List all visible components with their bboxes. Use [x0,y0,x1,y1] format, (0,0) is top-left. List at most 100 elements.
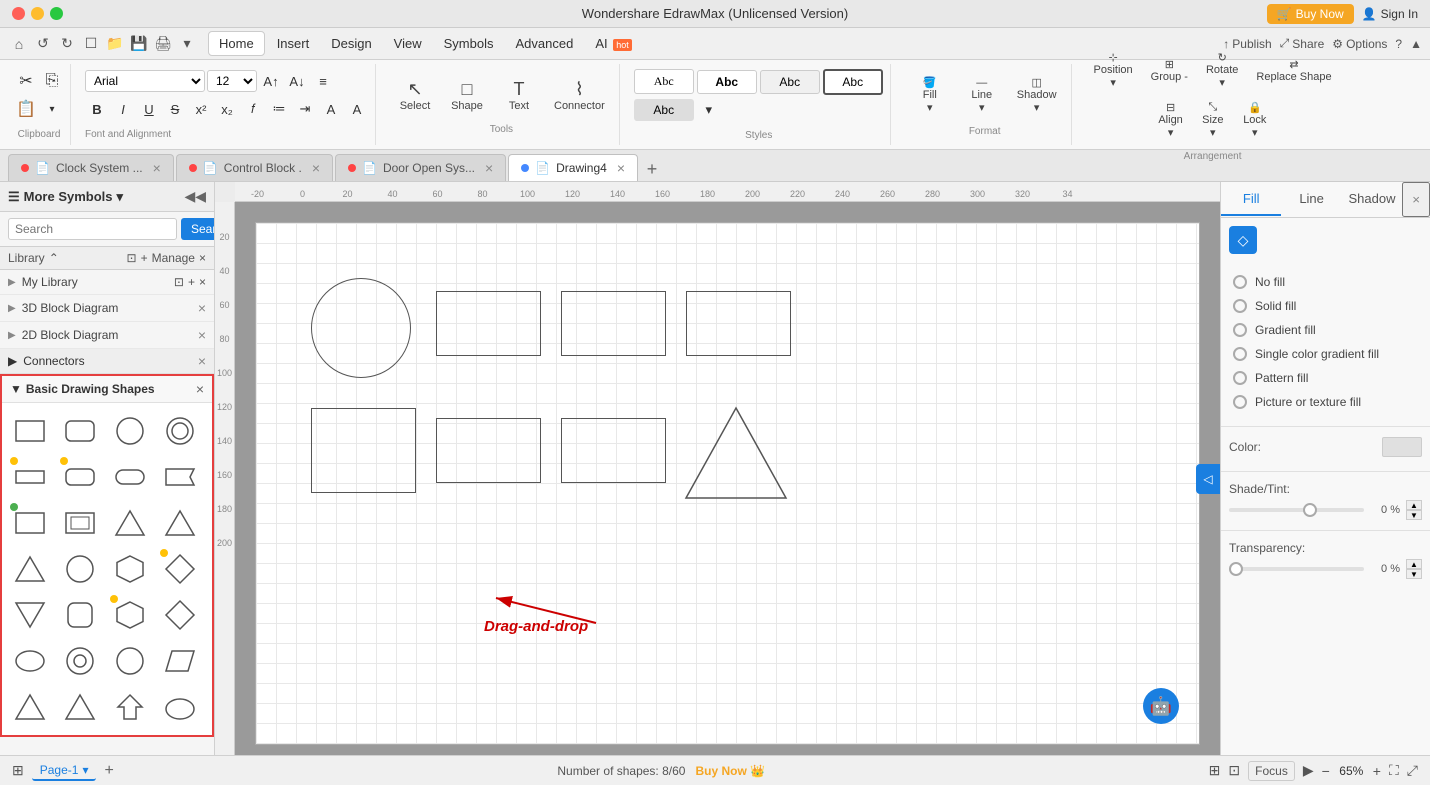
align-button[interactable]: ⊟ Align ▾ [1150,97,1190,143]
more-icon[interactable]: ▾ [176,33,198,55]
close-button[interactable] [12,7,25,20]
fill-button[interactable]: 🪣 Fill ▾ [905,72,955,118]
transparency-slider-thumb[interactable] [1229,562,1243,576]
page-tab[interactable]: Page-1 ▾ [32,761,97,781]
home-icon[interactable]: ⌂ [8,33,30,55]
play-button[interactable]: ▶ [1303,762,1314,779]
shape-rect2[interactable] [8,501,52,545]
close-3d-block[interactable]: × [198,300,206,316]
subscript-button[interactable]: x₂ [215,97,239,121]
right-panel-close-button[interactable]: × [1402,182,1430,217]
menu-symbols[interactable]: Symbols [434,32,504,55]
shade-up-button[interactable]: ▲ [1406,500,1422,510]
panel-collapse-button[interactable]: ◀◀ [184,188,206,205]
shade-slider[interactable] [1229,508,1364,512]
shape-rounded-sq[interactable] [58,593,102,637]
shape-rect-frame[interactable] [58,501,102,545]
menu-advanced[interactable]: Advanced [505,32,583,55]
canvas-shape-triangle[interactable] [681,403,791,503]
shape-stadium[interactable] [108,455,152,499]
shape-circle3[interactable] [108,639,152,683]
no-fill-option[interactable]: No fill [1229,270,1422,294]
font-decrease-button[interactable]: A↓ [285,69,309,93]
formula-button[interactable]: 𝑓 [241,97,265,121]
menu-home[interactable]: Home [208,31,265,56]
strikethrough-button[interactable]: S [163,97,187,121]
category-2d-block[interactable]: ▶ 2D Block Diagram × [0,322,214,349]
shadow-tab[interactable]: Shadow [1342,183,1402,216]
shape-ellipse[interactable] [8,639,52,683]
fill-tab[interactable]: Fill [1221,183,1281,216]
shape-diamond[interactable] [158,547,202,591]
close-my-library[interactable]: × [199,275,206,289]
canvas-shape-rect3[interactable] [686,291,791,356]
canvas-shape-circle[interactable] [311,278,411,378]
style-sample-2[interactable]: Abc [697,70,757,94]
category-my-library[interactable]: ▶ My Library ⊡ + × [0,270,214,295]
shade-slider-thumb[interactable] [1303,503,1317,517]
canvas-shape-rect1[interactable] [436,291,541,356]
shape-hexagon2[interactable] [108,593,152,637]
shape-triangle-down[interactable] [8,593,52,637]
shape-rounded-rect-sm[interactable] [58,455,102,499]
solid-fill-option[interactable]: Solid fill [1229,294,1422,318]
collapse-button[interactable]: ▲ [1410,37,1422,51]
italic-button[interactable]: I [111,97,135,121]
tab-door[interactable]: 📄 Door Open Sys... × [335,154,506,181]
tab-close-clock[interactable]: × [153,160,161,176]
position-button[interactable]: ⊹ Position ▾ [1086,47,1141,93]
focus-button[interactable]: Focus [1248,761,1295,781]
sign-in-button[interactable]: 👤 Sign In [1362,7,1418,21]
align-button[interactable]: ≡ [311,69,335,93]
shape-triangle-right[interactable] [158,501,202,545]
paste-options-button[interactable]: ▾ [40,97,64,121]
gradient-fill-option[interactable]: Gradient fill [1229,318,1422,342]
buy-now-button[interactable]: 🛒 Buy Now [1267,4,1354,24]
zoom-in-button[interactable]: + [1373,763,1381,779]
font-family-select[interactable]: Arial [85,70,205,92]
canvas-shape-rect4[interactable] [311,408,416,493]
highlight-button[interactable]: A [345,97,369,121]
redo-icon[interactable]: ↻ [56,33,78,55]
font-size-select[interactable]: 12 [207,70,257,92]
shape-parallelogram[interactable] [158,639,202,683]
rotate-button[interactable]: ↻ Rotate ▾ [1198,47,1246,93]
shadow-button[interactable]: ◫ Shadow ▾ [1009,72,1065,118]
close-library-button[interactable]: × [199,251,206,265]
search-button[interactable]: Search [181,218,215,240]
color-picker-box[interactable] [1382,437,1422,457]
tab-control[interactable]: 📄 Control Block . × [176,154,333,181]
maximize-button[interactable] [50,7,63,20]
connector-tool-button[interactable]: ⌇ Connector [546,75,613,116]
grid-button[interactable]: ⊡ [1228,762,1240,779]
right-expand-button[interactable]: ◁ [1196,464,1220,494]
shape-banner[interactable] [158,455,202,499]
style-sample-4[interactable]: Abc [823,69,883,95]
lock-button[interactable]: 🔒 Lock ▾ [1235,97,1275,143]
shape-hexagon[interactable] [108,547,152,591]
tab-drawing4[interactable]: 📄 Drawing4 × [508,154,638,181]
help-button[interactable]: ? [1395,37,1402,51]
close-connectors[interactable]: × [198,353,206,369]
tab-close-drawing4[interactable]: × [617,160,625,176]
shape-rounded-rect[interactable] [58,409,102,453]
shade-stepper[interactable]: ▲ ▼ [1406,500,1422,520]
search-input[interactable] [8,218,177,240]
add-tab-button[interactable]: + [640,157,664,181]
text-tool-button[interactable]: T Text [494,75,544,116]
shape-tool-button[interactable]: □ Shape [442,75,492,116]
menu-design[interactable]: Design [321,32,381,55]
layers-button[interactable]: ⊞ [1209,762,1221,779]
shape-diamond2[interactable] [158,593,202,637]
fullscreen-button[interactable]: ⛶ [1389,762,1399,779]
menu-insert[interactable]: Insert [267,32,320,55]
open-icon[interactable]: 📁 [104,33,126,55]
paste-button[interactable]: 📋 [14,97,38,121]
fit-page-button[interactable]: ⤢ [1407,762,1418,779]
close-shapes-panel-button[interactable]: × [196,381,204,397]
bold-button[interactable]: B [85,97,109,121]
superscript-button[interactable]: x² [189,97,213,121]
manage-library-button[interactable]: Manage [152,251,195,265]
font-color-button[interactable]: A [319,97,343,121]
menu-ai[interactable]: AI hot [585,32,641,55]
